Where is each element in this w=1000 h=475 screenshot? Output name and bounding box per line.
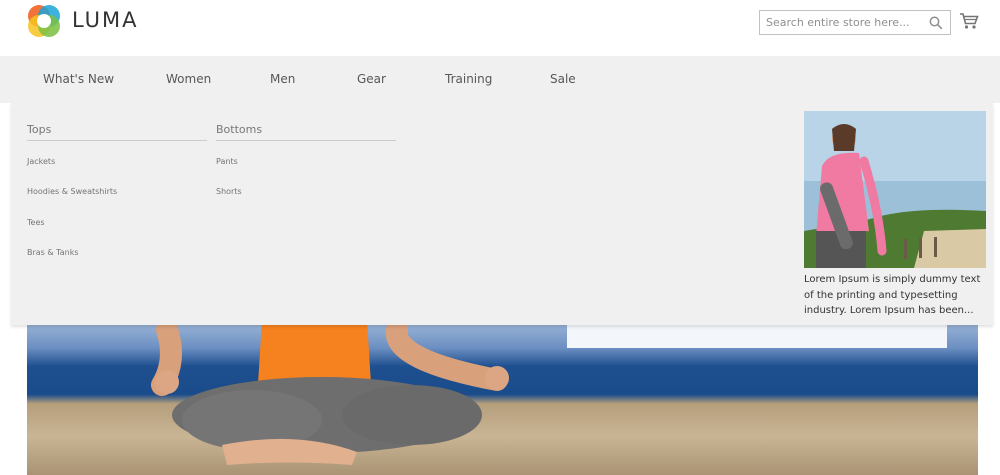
menu-link-hoodies-sweatshirts[interactable]: Hoodies & Sweatshirts [27,187,117,196]
menu-link-jackets[interactable]: Jackets [27,157,55,166]
nav-item-gear[interactable]: Gear [357,72,386,86]
menu-link-bras-tanks[interactable]: Bras & Tanks [27,248,79,257]
menu-link-tees[interactable]: Tees [27,218,45,227]
menu-column-title-tops[interactable]: Tops [27,123,207,141]
brand-name[interactable]: LUMA [72,8,139,32]
yoga-woman-image [151,320,509,465]
nav-item-men[interactable]: Men [270,72,295,86]
promo-image[interactable] [804,111,986,268]
nav-item-whats-new[interactable]: What's New [43,72,114,86]
menu-column-title-bottoms[interactable]: Bottoms [216,123,396,141]
nav-item-sale[interactable]: Sale [550,72,576,86]
page-header: LUMA [0,0,1000,56]
cart-icon[interactable] [959,12,979,30]
women-mega-menu: Tops Jackets Hoodies & Sweatshirts Tees … [11,103,993,325]
main-navigation: What's New Women Men Gear Training Sale [0,56,1000,103]
search-input[interactable] [760,11,926,34]
menu-link-shorts[interactable]: Shorts [216,187,242,196]
hero-banner[interactable] [27,320,978,475]
luma-logo-icon[interactable] [26,3,62,39]
menu-link-pants[interactable]: Pants [216,157,238,166]
search-box [759,10,951,35]
promo-description: Lorem Ipsum is simply dummy text of the … [804,274,981,316]
search-icon[interactable] [929,16,943,30]
nav-item-training[interactable]: Training [445,72,492,86]
nav-item-women[interactable]: Women [166,72,211,86]
